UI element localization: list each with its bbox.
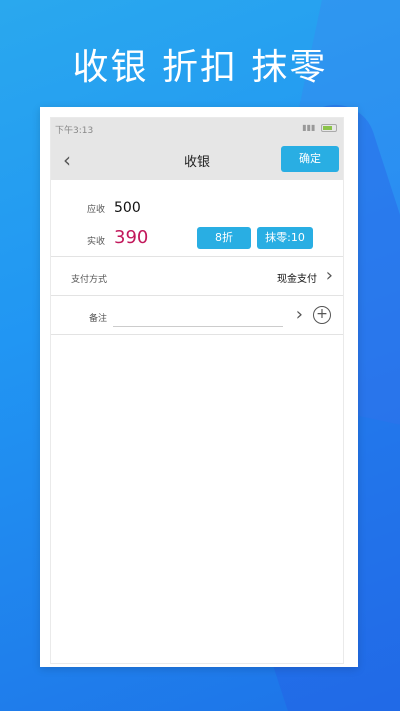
discount-button[interactable]: 8折 [197,227,251,249]
paid-row: 实收 390 8折 抹零:10 [51,222,343,256]
paid-value[interactable]: 390 [114,227,148,248]
signal-icon: ▮▮▮ [302,123,316,132]
note-label: 备注 [89,314,108,324]
promo-headline: 收银 折扣 抹零 [72,47,328,88]
status-bar: 下午3:13 ▮▮▮ [51,118,343,138]
due-label: 应收 [87,205,106,215]
chevron-right-icon[interactable]: › [326,265,333,286]
status-icons: ▮▮▮ [302,123,337,132]
paid-label: 实收 [87,237,106,247]
due-row: 应收 500 [51,192,343,222]
note-input[interactable] [113,306,283,327]
battery-icon [321,123,337,132]
status-time: 下午3:13 [55,126,94,136]
payment-method-value: 现金支付 [277,274,317,285]
app-screen: 下午3:13 ▮▮▮ ‹ 收银 确定 应收 500 实收 390 8折 抹零:1… [50,117,344,664]
add-icon[interactable]: + [313,306,331,324]
round-off-button[interactable]: 抹零:10 [257,227,313,249]
chevron-right-icon[interactable]: › [296,304,303,325]
due-value: 500 [114,200,141,216]
payment-method-row[interactable]: 支付方式 现金支付 › [51,257,343,295]
phone-frame: 下午3:13 ▮▮▮ ‹ 收银 确定 应收 500 实收 390 8折 抹零:1… [40,107,358,667]
payment-method-label: 支付方式 [71,275,108,285]
confirm-button[interactable]: 确定 [281,146,339,172]
nav-bar: ‹ 收银 确定 [51,138,343,180]
divider [51,334,343,335]
note-row: 备注 › + [51,296,343,334]
